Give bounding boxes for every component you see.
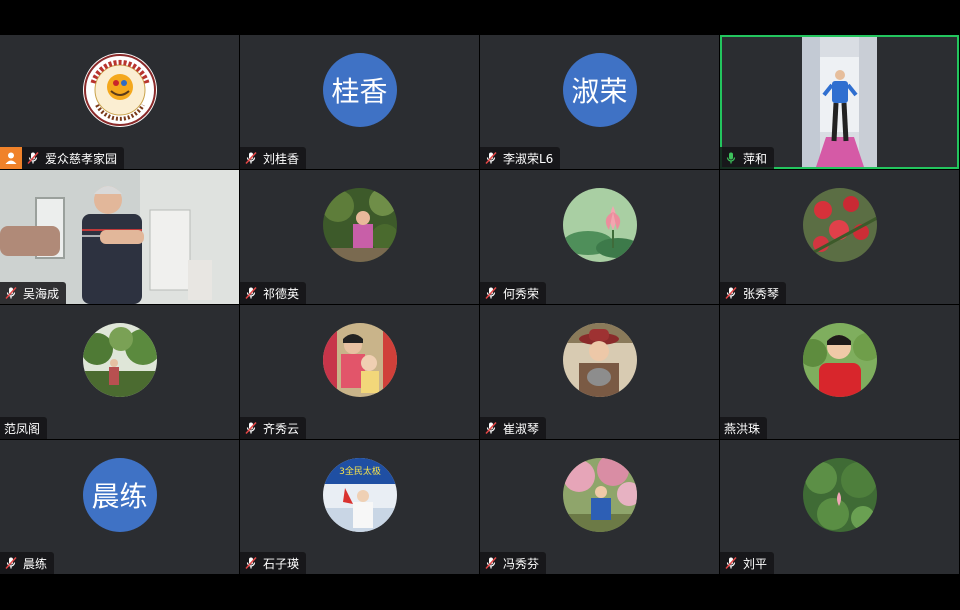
host-person-icon [0,147,22,169]
mic-muted-icon [724,556,738,570]
participant-nametag: 刘平 [720,552,775,574]
mic-muted-icon [724,286,738,300]
participant-nametag: 晨练 [0,552,55,574]
profile-photo [562,323,637,397]
participant-tile[interactable]: 燕洪珠 [720,305,959,439]
participant-nametag: 祁德英 [240,282,307,304]
profile-photo: 3全民太极 [322,458,397,532]
mic-muted-icon [244,151,258,165]
participant-name: 晨练 [23,556,48,571]
mic-icon [724,151,738,165]
video-grid: 爱众慈孝家园 桂香 刘桂香 淑荣 李淑荣L6 萍和 吴海成 祁德英 何秀荣 张秀琴 范凤阁 齐秀云 崔淑… [0,35,960,575]
participant-name: 崔淑琴 [503,421,540,436]
participant-nametag: 张秀琴 [720,282,787,304]
participant-nametag: 萍和 [720,147,775,169]
mic-muted-icon [484,151,498,165]
participant-name: 范凤阁 [4,421,41,436]
profile-photo [802,323,877,397]
participant-tile[interactable]: 齐秀云 [240,305,479,439]
mic-muted-icon [26,151,40,165]
participant-tile[interactable]: 祁德英 [240,170,479,304]
mic-muted-icon [484,286,498,300]
mic-muted-icon [244,556,258,570]
avatar: 晨练 [82,458,157,532]
participant-name: 石子瑛 [263,556,300,571]
participant-tile[interactable]: 淑荣李淑荣L6 [480,35,719,169]
participant-nametag: 爱众慈孝家园 [0,147,125,169]
participant-nametag: 崔淑琴 [480,417,547,439]
participant-tile[interactable]: 萍和 [720,35,959,169]
participant-tile[interactable]: 爱众慈孝家园 [0,35,239,169]
participant-tile[interactable]: 崔淑琴 [480,305,719,439]
video-feed [802,37,877,167]
participant-tile[interactable]: 吴海成 [0,170,239,304]
participant-name: 张秀琴 [743,286,780,301]
organization-logo [82,53,157,127]
participant-name: 刘平 [743,556,768,571]
participant-nametag: 冯秀芬 [480,552,547,574]
participant-tile[interactable]: 3全民太极石子瑛 [240,440,479,574]
participant-name: 李淑荣L6 [503,151,554,166]
participant-name: 冯秀芬 [503,556,540,571]
mic-muted-icon [484,556,498,570]
participant-name: 爱众慈孝家园 [45,151,118,166]
participant-name: 何秀荣 [503,286,540,301]
profile-photo [562,188,637,262]
participant-name: 吴海成 [23,286,60,301]
mic-muted-icon [4,556,18,570]
profile-photo [562,458,637,532]
avatar: 桂香 [322,53,397,127]
participant-tile[interactable]: 桂香刘桂香 [240,35,479,169]
participant-tile[interactable]: 何秀荣 [480,170,719,304]
participant-name: 燕洪珠 [724,421,761,436]
mic-muted-icon [244,286,258,300]
mic-muted-icon [4,286,18,300]
profile-photo [322,323,397,397]
participant-nametag: 范凤阁 [0,417,48,439]
profile-photo [82,323,157,397]
participant-nametag: 吴海成 [0,282,67,304]
participant-nametag: 齐秀云 [240,417,307,439]
participant-tile[interactable]: 张秀琴 [720,170,959,304]
participant-name: 萍和 [743,151,768,166]
banner-text: 3全民太极 [339,465,381,477]
participant-nametag: 李淑荣L6 [480,147,561,169]
participant-tile[interactable]: 冯秀芬 [480,440,719,574]
participant-name: 刘桂香 [263,151,300,166]
mic-muted-icon [484,421,498,435]
profile-photo [322,188,397,262]
profile-photo [802,188,877,262]
mic-muted-icon [244,421,258,435]
participant-tile[interactable]: 刘平 [720,440,959,574]
participant-name: 祁德英 [263,286,300,301]
participant-nametag: 燕洪珠 [720,417,768,439]
participant-tile[interactable]: 晨练 晨练 [0,440,239,574]
participant-nametag: 何秀荣 [480,282,547,304]
participant-name: 齐秀云 [263,421,300,436]
participant-nametag: 刘桂香 [240,147,307,169]
avatar: 淑荣 [562,53,637,127]
profile-photo [802,458,877,532]
participant-nametag: 石子瑛 [240,552,307,574]
participant-tile[interactable]: 范凤阁 [0,305,239,439]
